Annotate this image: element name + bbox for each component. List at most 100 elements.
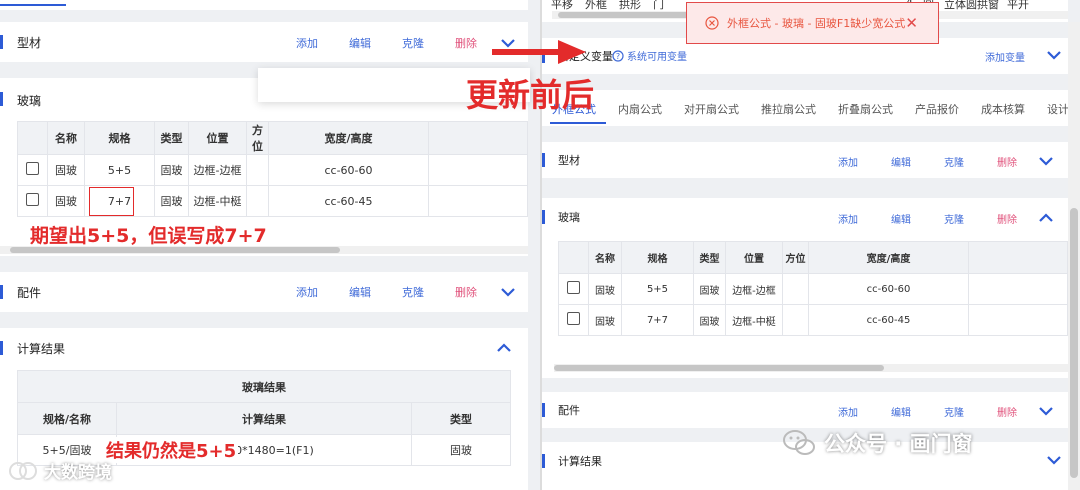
cell-name: 固玻 [47,154,85,186]
glass-section: 玻璃 添加 编辑 克隆 删除 名称 规格 类型 位置 方位 宽度/高度 固玻 5… [542,198,1068,378]
row-checkbox[interactable] [567,281,580,294]
active-tab-underline [550,122,606,124]
chevron-down-icon[interactable] [1045,46,1063,64]
watermark: 大数跨境 [8,458,112,483]
cell-size: cc-60-60 [268,154,429,186]
table-row[interactable]: 固玻 7+7 固玻 边框-中梃 cc-60-45 [558,304,1068,336]
clone-button[interactable]: 克隆 [944,154,964,169]
edit-button[interactable]: 编辑 [891,404,911,419]
row-checkbox[interactable] [26,162,39,175]
section-bar [0,35,3,49]
chevron-down-icon[interactable] [1045,451,1063,469]
cell-size: cc-60-45 [268,185,429,217]
watermark-text: 大数跨境 [44,463,112,483]
cell-orient [782,273,809,305]
col-header: 位置 [725,241,783,274]
section-title: 玻璃 [17,94,42,108]
chevron-down-icon[interactable] [1037,152,1055,170]
edit-button[interactable]: 编辑 [891,211,911,226]
vertical-scrollbar[interactable] [1068,22,1080,490]
formula-tabs: 外框公式 内扇公式 对开扇公式 推拉扇公式 折叠扇公式 产品报价 成本核算 设计… [542,90,1080,126]
delete-button[interactable]: 删除 [455,35,477,51]
clone-button[interactable]: 克隆 [944,211,964,226]
chevron-down-icon[interactable] [499,283,517,301]
error-toast: 外框公式 - 玻璃 - 固玻F1缺少宽公式 ✕ [686,2,939,44]
delete-button[interactable]: 删除 [997,404,1017,419]
add-button[interactable]: 添加 [838,404,858,419]
chevron-down-icon[interactable] [1037,402,1055,420]
highlight-box [89,187,134,216]
tab-inner-sash[interactable]: 内扇公式 [618,101,662,117]
add-variable-button[interactable]: 添加变量 [985,49,1025,64]
col-header: 宽度/高度 [268,121,429,155]
table-row[interactable]: 固玻 5+5 固玻 边框-边框 cc-60-60 [17,154,528,186]
section-title: 计算结果 [558,455,602,468]
tab-sliding-sash[interactable]: 推拉扇公式 [761,101,816,117]
tab-folding-sash[interactable]: 折叠扇公式 [838,101,893,117]
chevron-up-icon[interactable] [1037,209,1055,227]
edit-button[interactable]: 编辑 [349,35,371,51]
section-title: 型材 [17,35,42,50]
scrollbar-thumb[interactable] [10,247,340,253]
delete-button[interactable]: 删除 [455,284,477,300]
section-bar [0,92,3,106]
add-button[interactable]: 添加 [296,284,318,300]
table-row[interactable]: 固玻 5+5 固玻 边框-边框 cc-60-60 [558,273,1068,305]
edit-button[interactable]: 编辑 [891,154,911,169]
add-button[interactable]: 添加 [838,211,858,226]
cell-type: 固玻 [154,154,189,186]
add-button[interactable]: 添加 [838,154,858,169]
glass-table: 名称 规格 类型 位置 方位 宽度/高度 固玻 5+5 固玻 边框-边框 cc-… [558,241,1068,336]
close-icon[interactable]: ✕ [905,14,918,32]
toast-message: 外框公式 - 玻璃 - 固玻F1缺少宽公式 [727,17,906,30]
row-checkbox[interactable] [26,193,39,206]
cell-spec: 5+5 [621,273,694,305]
wechat-icon [783,430,815,455]
section-title: 配件 [17,286,42,300]
horizontal-scrollbar[interactable] [554,364,1068,372]
cell-spec: 7+7 [621,304,694,336]
cell-size: cc-60-45 [808,304,969,336]
col-header: 方位 [782,241,809,274]
cell-position: 边框-中梃 [188,185,247,217]
chevron-up-icon[interactable] [495,339,513,357]
scrollbar-thumb[interactable] [554,365,884,371]
profile-section: 型材 添加 编辑 克隆 删除 [542,142,1068,178]
col-header: 规格 [84,121,155,155]
add-button[interactable]: 添加 [296,35,318,51]
section-bar [542,210,545,224]
tab-quote[interactable]: 产品报价 [915,101,959,117]
section-bar [542,153,545,167]
section-title: 计算结果 [17,342,66,356]
tab-double-sash[interactable]: 对开扇公式 [684,101,739,117]
col-header: 计算结果 [116,402,412,435]
right-panel: 平移 外框 拱形 门 4 圆 立体圆拱窗 平开 自定义变量 ? 系统可用变量 添… [540,0,1080,490]
cell-name: 固玻 [588,273,622,305]
cell-position: 边框-边框 [725,273,783,305]
delete-button[interactable]: 删除 [997,154,1017,169]
svg-text:?: ? [616,52,620,61]
col-header: 规格 [621,241,694,274]
glass-section: 玻璃 名称 规格 类型 位置 方位 宽度/高度 固玻 5+5 固玻 边框-边框 … [0,78,528,256]
top-strip [0,0,528,10]
scrollbar-thumb[interactable] [1070,208,1078,478]
col-header: 类型 [154,121,189,155]
wechat-text: 公众号 · 画门窗 [824,432,973,456]
system-variables-link[interactable]: ? 系统可用变量 [612,48,687,63]
col-header: 位置 [188,121,247,155]
clone-button[interactable]: 克隆 [402,284,424,300]
tab-cost[interactable]: 成本核算 [981,101,1025,117]
wechat-watermark: 公众号 · 画门窗 [782,428,973,458]
clone-button[interactable]: 克隆 [402,35,424,51]
annotation-expect: 期望出5+5，但误写成7+7 [30,225,267,247]
annotation-before-after: 更新前后 [466,76,595,114]
col-header: 类型 [693,241,726,274]
delete-button[interactable]: 删除 [997,211,1017,226]
clone-button[interactable]: 克隆 [944,404,964,419]
section-title: 型材 [558,154,580,167]
row-checkbox[interactable] [567,312,580,325]
error-circle-icon [705,16,719,30]
edit-button[interactable]: 编辑 [349,284,371,300]
horizontal-scrollbar[interactable] [0,246,528,254]
cell-position: 边框-边框 [188,154,247,186]
